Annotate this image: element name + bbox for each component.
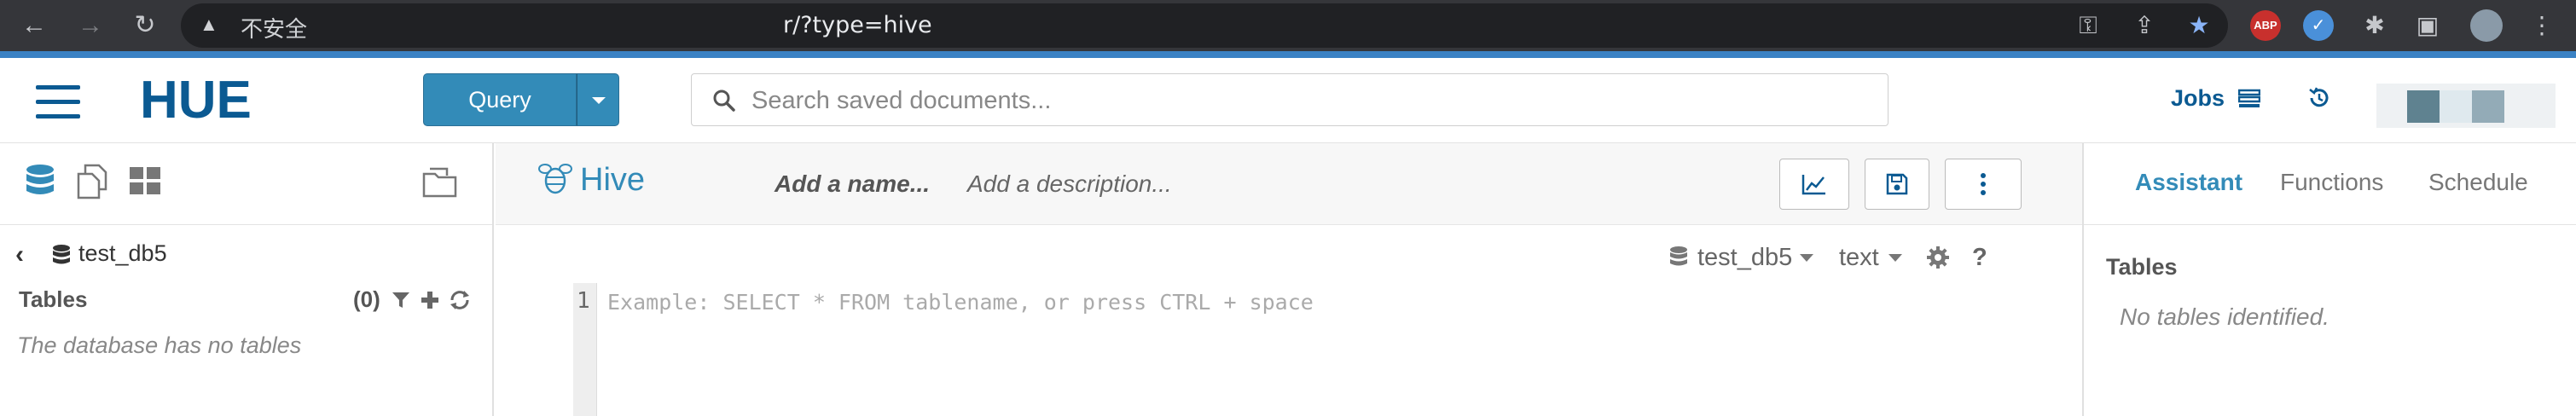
- security-label: 不安全: [241, 17, 308, 43]
- query-button[interactable]: Query: [423, 73, 577, 126]
- right-assist-panel: Assistant Functions Schedule Tables No t…: [2082, 143, 2576, 416]
- line-chart-icon: [1801, 175, 1825, 195]
- tab-assistant[interactable]: Assistant: [2135, 169, 2242, 196]
- history-icon[interactable]: [2306, 85, 2332, 111]
- hue-logo[interactable]: HUE: [138, 70, 309, 128]
- code-editor-placeholder[interactable]: Example: SELECT * FROM tablename, or pre…: [607, 290, 1314, 315]
- left-panel-tabs: [0, 143, 492, 225]
- database-dropdown-caret-icon[interactable]: [1800, 254, 1813, 263]
- assistant-tables-heading: Tables: [2106, 254, 2178, 280]
- warning-triangle-icon: ▲: [200, 14, 218, 35]
- abp-extension-icon[interactable]: ABP: [2250, 10, 2281, 41]
- settings-gear-icon[interactable]: [1926, 246, 1950, 269]
- right-panel-tabs: Assistant Functions Schedule: [2084, 143, 2576, 225]
- user-avatar-blocks[interactable]: [2376, 84, 2556, 128]
- forward-arrow-icon[interactable]: →: [73, 9, 107, 43]
- context-database-icon: [1670, 246, 1687, 266]
- avatar-block: [2440, 90, 2472, 123]
- share-icon[interactable]: ⇪: [2127, 9, 2161, 43]
- query-name-field[interactable]: Add a name...: [775, 170, 930, 198]
- database-name[interactable]: test_db5: [78, 240, 167, 267]
- key-icon[interactable]: ⚿: [2071, 9, 2105, 43]
- reload-icon[interactable]: ↻: [128, 9, 162, 43]
- vertical-dots-icon: [1981, 173, 1986, 195]
- avatar-block: [2472, 90, 2504, 123]
- blue-extension-icon[interactable]: ✓: [2303, 10, 2334, 41]
- hive-bee-icon: [538, 164, 572, 194]
- accent-strip: [0, 51, 2576, 58]
- profile-avatar[interactable]: [2470, 9, 2503, 42]
- refresh-icon[interactable]: [449, 290, 471, 310]
- jobs-link[interactable]: Jobs: [2171, 85, 2225, 112]
- search-box[interactable]: [691, 73, 1888, 126]
- format-dropdown-caret-icon[interactable]: [1888, 254, 1902, 263]
- database-tab-icon[interactable]: [24, 164, 56, 201]
- sidebar-icon[interactable]: ▣: [2411, 9, 2445, 43]
- save-button[interactable]: [1865, 159, 1929, 210]
- puzzle-extensions-icon[interactable]: ✱: [2358, 9, 2392, 43]
- open-folder-icon[interactable]: [421, 164, 459, 199]
- query-dropdown-caret-icon[interactable]: [577, 73, 619, 126]
- tab-schedule[interactable]: Schedule: [2428, 169, 2528, 196]
- no-tables-message: No tables identified.: [2120, 303, 2329, 330]
- documents-tab-icon[interactable]: [75, 164, 109, 199]
- bookmark-star-icon[interactable]: ★: [2182, 9, 2216, 43]
- database-icon: [53, 245, 70, 264]
- jobs-list-icon[interactable]: [2238, 89, 2260, 109]
- empty-tables-message: The database has no tables: [17, 332, 302, 358]
- context-database-selector[interactable]: test_db5: [1697, 244, 1792, 272]
- editor-dialect-title: Hive: [580, 162, 646, 198]
- tables-heading: Tables: [19, 286, 88, 312]
- url-text[interactable]: r/?type=hive: [783, 12, 932, 38]
- apps-grid-tab-icon[interactable]: [128, 164, 162, 198]
- hamburger-menu-icon[interactable]: [36, 85, 80, 119]
- filter-icon[interactable]: [391, 290, 411, 310]
- tab-functions[interactable]: Functions: [2280, 169, 2383, 196]
- browser-toolbar: ← → ↻ ▲ 不安全 r/?type=hive ⚿ ⇪ ★ ABP ✓ ✱ ▣…: [0, 0, 2576, 51]
- left-assist-panel: ‹ test_db5 Tables (0) The database has n…: [0, 143, 494, 416]
- avatar-block: [2407, 90, 2440, 123]
- address-bar[interactable]: ▲ 不安全 r/?type=hive: [181, 3, 2228, 48]
- add-icon[interactable]: [420, 290, 440, 310]
- search-icon: [713, 90, 735, 112]
- back-arrow-icon[interactable]: ←: [17, 9, 51, 43]
- tables-count: (0): [353, 286, 380, 312]
- query-description-field[interactable]: Add a description...: [967, 170, 1172, 198]
- kebab-menu-icon[interactable]: ⋮: [2525, 9, 2559, 43]
- search-input[interactable]: [751, 84, 1860, 117]
- back-chevron-icon[interactable]: ‹: [15, 242, 24, 268]
- chart-button[interactable]: [1779, 159, 1849, 210]
- hue-logo-text: HUE: [140, 71, 252, 128]
- save-floppy-icon: [1886, 173, 1908, 195]
- more-actions-button[interactable]: [1945, 159, 2022, 210]
- context-format-selector[interactable]: text: [1839, 244, 1879, 272]
- line-number: 1: [577, 288, 590, 314]
- help-question-icon[interactable]: ?: [1972, 244, 1987, 272]
